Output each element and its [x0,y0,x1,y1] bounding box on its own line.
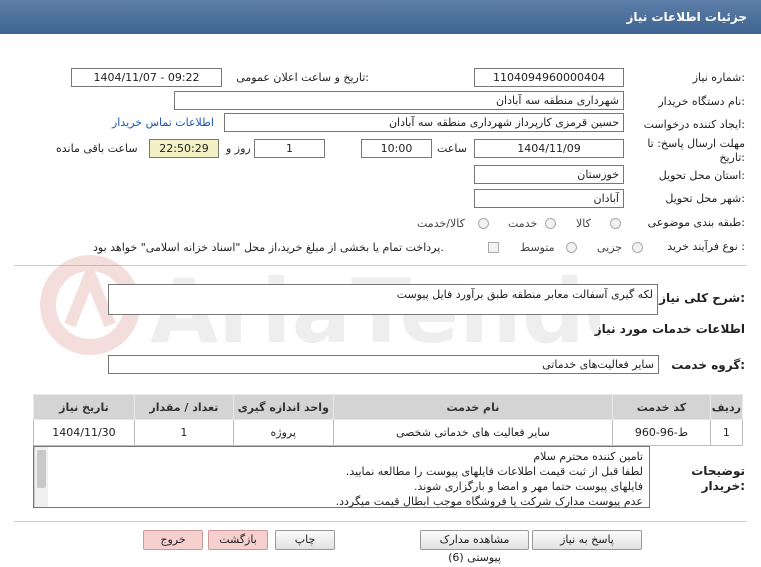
col-header-row-number: ردیف [709,394,744,420]
category-radio-goods[interactable] [610,218,621,229]
need-number-label: شماره نیاز: [692,71,745,84]
category-radio-service[interactable] [545,218,556,229]
notes-scrollbar[interactable] [34,447,48,507]
divider [14,265,747,266]
exit-button[interactable]: خروج [143,530,203,550]
cell-unit: پروژه [232,419,334,446]
category-radio-goods-service[interactable] [478,218,489,229]
bottom-divider [14,521,747,522]
buyer-note-line: عدم پیوست مدارک شرکت یا فروشگاه موجب ابط… [335,495,643,508]
buyer-note-line: فایلهای پیوست حتما مهر و امضا و بارگزاری… [414,480,643,493]
col-header-need-date: تاریخ نیاز [33,394,135,420]
days-remaining-field: 1 [254,139,325,158]
buyer-notes-label-2: خریدار: [701,479,745,493]
back-button[interactable]: بازگشت [208,530,268,550]
cell-quantity: 1 [133,419,234,446]
treasury-checkbox[interactable] [488,242,499,253]
col-header-quantity: تعداد / مقدار [133,394,234,420]
cell-row-number: 1 [709,419,744,446]
print-button[interactable]: چاپ [275,530,335,550]
category-option-goods: کالا [576,217,591,230]
reply-to-need-button[interactable]: پاسخ به نیاز [532,530,642,550]
category-label: طبقه بندی موضوعی: [647,216,745,229]
purchase-type-label: نوع فرآیند خرید : [667,240,745,253]
days-label: روز و [226,142,251,155]
buyer-notes-box[interactable]: تامین کننده محترم سلام لطفا قبل از ثبت ق… [33,446,650,508]
treasury-note: پرداخت تمام یا بخشی از مبلغ خرید،از محل … [93,241,444,254]
deadline-time-field: 10:00 [361,139,432,158]
buyer-note-line: تامین کننده محترم سلام [533,450,643,463]
remaining-time-label: ساعت باقی مانده [56,142,138,155]
deadline-label-date: تاریخ: [719,151,745,164]
category-option-goods-service: کالا/خدمت [417,217,465,230]
cell-service-code: ط-96-960 [612,419,711,446]
province-field: خوزستان [474,165,624,184]
table-row: 1 ط-96-960 سایر فعالیت های خدماتی شخصی پ… [33,419,744,446]
view-attachments-button[interactable]: مشاهده مدارک پیوستی (6) [420,530,529,564]
col-header-service-code: کد خدمت [612,394,711,420]
cell-service-name: سایر فعالیت های خدماتی شخصی [332,419,614,446]
creator-label: ایجاد کننده درخواست: [643,118,745,131]
purchase-radio-medium[interactable] [566,242,577,253]
buyer-contact-link[interactable]: اطلاعات تماس خریدار [112,116,214,129]
city-field: آبادان [474,189,624,208]
col-header-service-name: نام خدمت [332,394,614,420]
remaining-time-field: 22:50:29 [149,139,219,158]
buyer-note-line: لطفا قبل از ثبت قیمت اطلاعات فایلهای پیو… [345,465,643,478]
buyer-notes-label: توضیحات [691,464,745,478]
services-section-title: اطلاعات خدمات مورد نیاز [594,322,745,336]
purchase-option-minor: جزیی [597,241,623,254]
creator-field: حسین قرمزی کارپرداز شهرداری منطقه سه آبا… [224,113,624,132]
deadline-date-field: 1404/11/09 [474,139,624,158]
province-label: استان محل تحویل: [658,169,745,182]
category-option-service: خدمت [508,217,538,230]
announce-date-field: 1404/11/07 - 09:22 [71,68,222,87]
col-header-unit: واحد اندازه گیری [232,394,334,420]
purchase-option-medium: متوسط [520,241,555,254]
page-title: جزئیات اطلاعات نیاز [626,10,747,24]
need-number-field: 1104094960000404 [474,68,624,87]
purchase-radio-minor[interactable] [632,242,643,253]
service-group-field: سایر فعالیت‌های خدماتی [108,355,659,374]
deadline-label: مهلت ارسال پاسخ: تا [647,137,745,150]
announce-date-label: تاریخ و ساعت اعلان عمومی: [236,71,369,84]
service-group-label: گروه خدمت: [671,358,745,372]
buyer-org-field: شهرداری منطقه سه آبادان [174,91,624,110]
table-header-row: ردیف کد خدمت نام خدمت واحد اندازه گیری ت… [33,394,744,420]
page-header: جزئیات اطلاعات نیاز [0,0,761,34]
notes-scrollbar-thumb[interactable] [37,450,46,488]
city-label: شهر محل تحویل: [665,192,745,205]
deadline-time-label: ساعت [437,142,467,155]
buyer-org-label: نام دستگاه خریدار: [658,95,745,108]
cell-need-date: 1404/11/30 [33,419,135,446]
summary-label: شرح کلی نیاز: [659,291,745,305]
summary-field: لکه گیری آسفالت معابر منطقه طبق برآورد ف… [108,284,658,315]
services-table: ردیف کد خدمت نام خدمت واحد اندازه گیری ت… [33,394,744,446]
